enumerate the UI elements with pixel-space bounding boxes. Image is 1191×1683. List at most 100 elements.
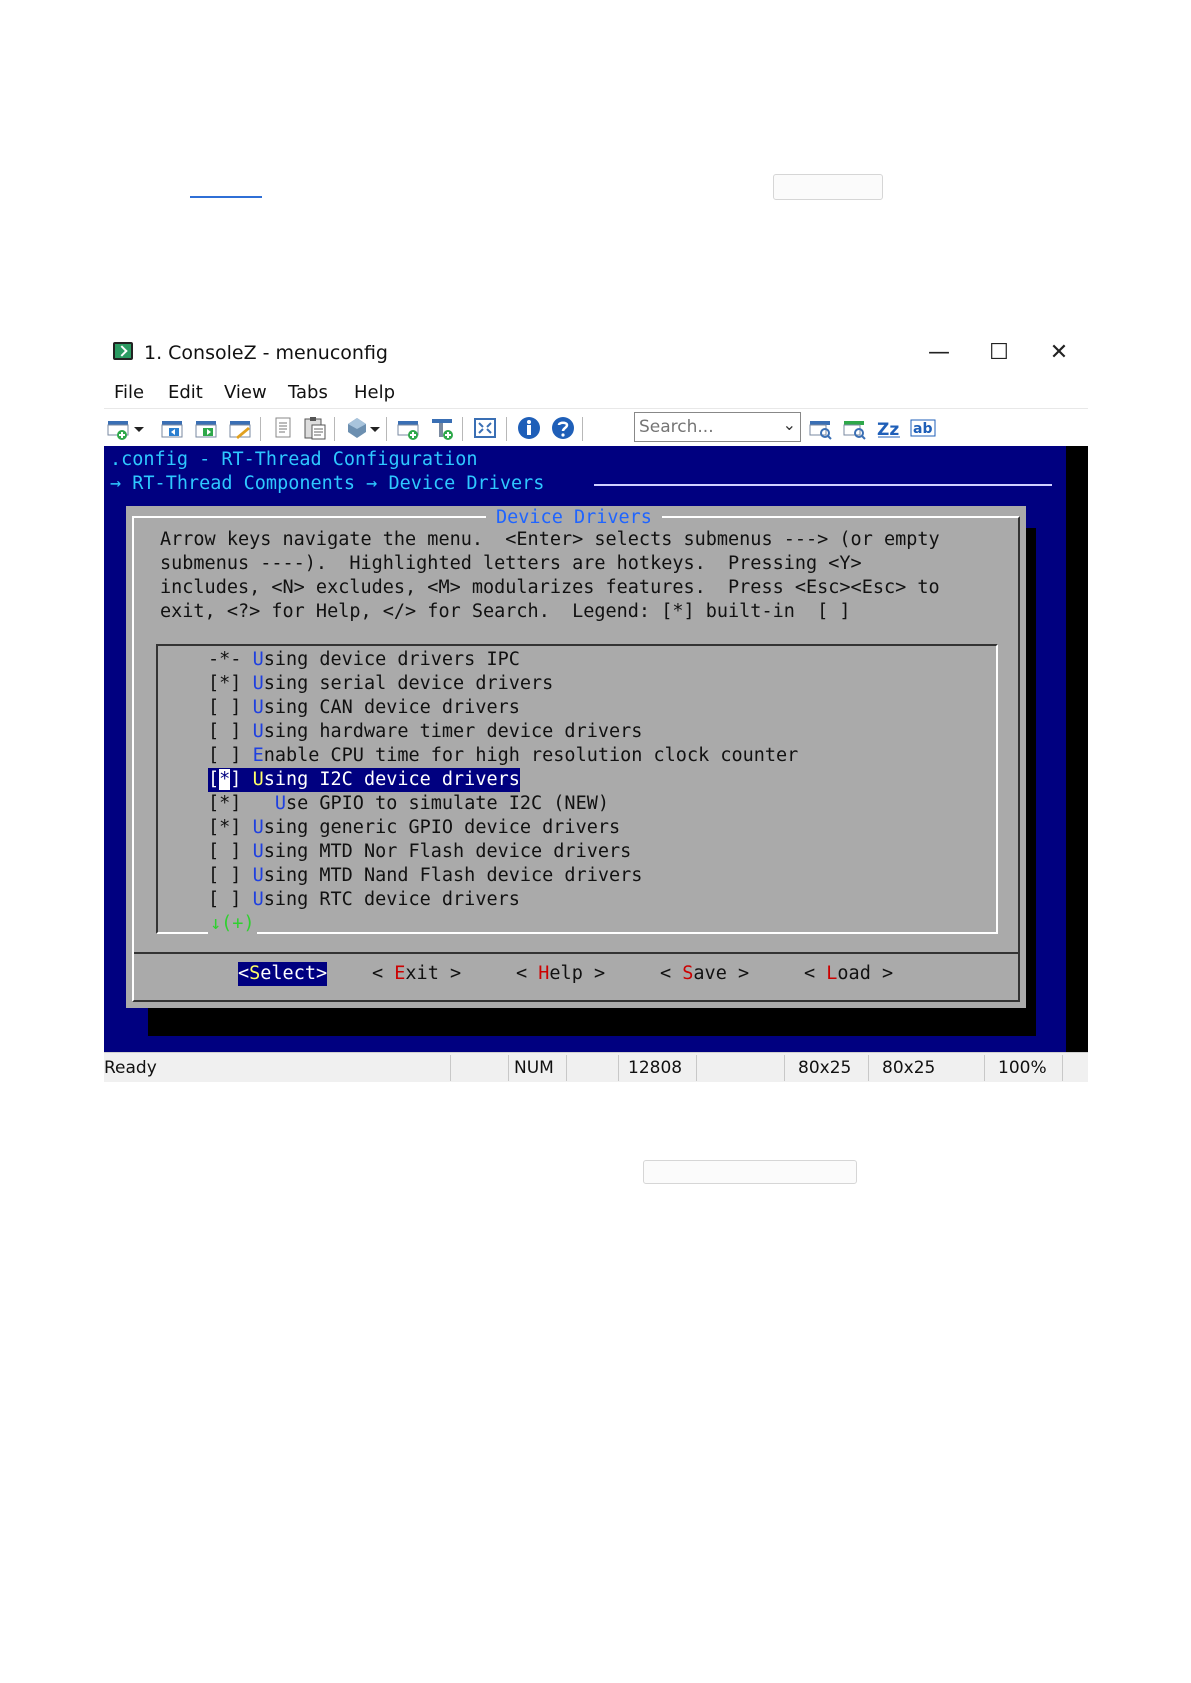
bracket-left: [ — [208, 769, 220, 790]
menu-file[interactable]: File — [114, 382, 144, 403]
option-checkbox[interactable]: [*] — [208, 673, 241, 694]
load-button[interactable]: < Load > — [804, 962, 893, 986]
menu-tabs[interactable]: Tabs — [288, 382, 328, 403]
new-view-icon[interactable] — [396, 415, 422, 441]
option-label: sing MTD Nor Flash device drivers — [263, 841, 632, 862]
help-icon[interactable] — [550, 415, 576, 441]
divider — [594, 484, 1052, 486]
new-tab-dropdown-icon[interactable] — [132, 415, 146, 441]
search-box[interactable]: ⌄ — [634, 412, 801, 442]
help-button[interactable]: < Help > — [516, 962, 605, 986]
settings-dropdown-icon[interactable] — [368, 415, 382, 441]
terminal-scrollbar[interactable] — [1066, 446, 1088, 1052]
option-checkbox[interactable]: [ ] — [208, 865, 241, 886]
option-hotkey: U — [252, 697, 264, 718]
next-tab-icon[interactable] — [194, 415, 220, 441]
svg-text:ab: ab — [913, 421, 932, 437]
menu-option-cputime[interactable]: [ ] Enable CPU time for high resolution … — [208, 744, 798, 768]
search-input[interactable] — [639, 416, 771, 438]
help-line: submenus ----). Highlighted letters are … — [160, 553, 862, 574]
chevron-down-icon[interactable]: ⌄ — [783, 415, 796, 434]
option-checkbox[interactable]: [ ] — [208, 697, 241, 718]
page-link-underline[interactable] — [190, 196, 262, 198]
button-divider — [134, 952, 1018, 954]
menu-option-hwtimer[interactable]: [ ] Using hardware timer device drivers — [208, 720, 642, 744]
toolbar-separator — [334, 417, 335, 441]
match-case-icon[interactable]: Zz — [876, 415, 902, 441]
button-bracket: < — [804, 963, 827, 984]
help-line: exit, <?> for Help, </> for Search. Lege… — [160, 601, 851, 622]
menu-option-mtd-nor[interactable]: [ ] Using MTD Nor Flash device drivers — [208, 840, 631, 864]
status-separator — [984, 1055, 985, 1081]
window-title: 1. ConsoleZ - menuconfig — [144, 342, 388, 364]
option-hotkey: E — [252, 745, 264, 766]
menu-option-rtc[interactable]: [ ] Using RTC device drivers — [208, 888, 520, 912]
minimize-button[interactable]: — — [916, 334, 962, 372]
button-label: ave > — [693, 963, 750, 984]
whole-word-icon[interactable]: ab — [910, 415, 936, 441]
option-checkbox[interactable]: [ ] — [208, 889, 241, 910]
title-bar: 1. ConsoleZ - menuconfig — ☐ ✕ — [104, 330, 1088, 376]
option-label: sing RTC device drivers — [263, 889, 520, 910]
menu-view[interactable]: View — [224, 382, 267, 403]
button-hotkey: S — [682, 963, 694, 984]
menu-option-gpio[interactable]: [*] Using generic GPIO device drivers — [208, 816, 620, 840]
option-label: sing CAN device drivers — [263, 697, 520, 718]
button-label: elp > — [549, 963, 606, 984]
option-label: sing device drivers IPC — [263, 649, 520, 670]
option-checkbox[interactable]: [ ] — [208, 841, 241, 862]
button-bracket: < — [660, 963, 683, 984]
close-button[interactable]: ✕ — [1036, 334, 1082, 372]
buffer-size: 80x25 — [882, 1058, 936, 1078]
menu-option-i2c[interactable]: [*] Using I2C device drivers — [208, 768, 520, 792]
option-checkbox[interactable]: [*] — [208, 793, 241, 814]
new-tab-icon[interactable] — [106, 415, 132, 441]
menu-edit[interactable]: Edit — [168, 382, 203, 403]
status-separator — [1062, 1055, 1063, 1081]
menu-option-gpio-i2c[interactable]: [*] Use GPIO to simulate I2C (NEW) — [208, 792, 609, 816]
menu-option-serial[interactable]: [*] Using serial device drivers — [208, 672, 553, 696]
page-inline-box — [643, 1160, 857, 1184]
text-cursor: * — [219, 769, 231, 790]
exit-button[interactable]: < Exit > — [372, 962, 461, 986]
menu-option-can[interactable]: [ ] Using CAN device drivers — [208, 696, 520, 720]
menu-option-ipc[interactable]: -*- Using device drivers IPC — [208, 648, 520, 672]
status-separator — [450, 1055, 451, 1081]
option-checkbox[interactable]: -*- — [208, 649, 241, 670]
consolez-app-icon — [113, 342, 133, 360]
menu-bar: File Edit View Tabs Help — [104, 376, 1088, 408]
option-hotkey: U — [252, 841, 264, 862]
button-bracket: < — [372, 963, 395, 984]
terminal-area[interactable]: .config - RT-Thread Configuration → RT-T… — [104, 446, 1066, 1052]
option-checkbox[interactable]: [*] — [208, 769, 241, 790]
find-next-icon[interactable] — [842, 415, 868, 441]
option-label: sing I2C device drivers — [263, 769, 520, 790]
rename-tab-icon[interactable] — [228, 415, 254, 441]
find-prev-icon[interactable] — [808, 415, 834, 441]
option-label: sing serial device drivers — [263, 673, 554, 694]
info-icon[interactable] — [516, 415, 542, 441]
config-path: .config - RT-Thread Configuration — [110, 449, 478, 470]
maximize-button[interactable]: ☐ — [976, 334, 1022, 372]
paste-icon[interactable] — [302, 415, 328, 441]
copy-icon[interactable] — [270, 415, 296, 441]
toolbar-separator — [582, 417, 583, 441]
option-hotkey: U — [252, 649, 264, 670]
select-button[interactable]: <Select> — [238, 962, 328, 986]
option-label: se GPIO to simulate I2C (NEW) — [285, 793, 609, 814]
settings-icon[interactable] — [344, 415, 370, 441]
button-bracket: < — [516, 963, 539, 984]
button-label: elect> — [260, 963, 328, 984]
button-hotkey: S — [249, 963, 261, 984]
menu-option-mtd-nand[interactable]: [ ] Using MTD Nand Flash device drivers — [208, 864, 642, 888]
option-checkbox[interactable]: [ ] — [208, 745, 241, 766]
prev-tab-icon[interactable] — [160, 415, 186, 441]
option-label: sing hardware timer device drivers — [263, 721, 643, 742]
status-separator — [566, 1055, 567, 1081]
option-checkbox[interactable]: [*] — [208, 817, 241, 838]
menu-help[interactable]: Help — [354, 382, 395, 403]
fullscreen-icon[interactable] — [472, 415, 498, 441]
new-tab-group-icon[interactable] — [430, 415, 456, 441]
save-button[interactable]: < Save > — [660, 962, 749, 986]
option-checkbox[interactable]: [ ] — [208, 721, 241, 742]
